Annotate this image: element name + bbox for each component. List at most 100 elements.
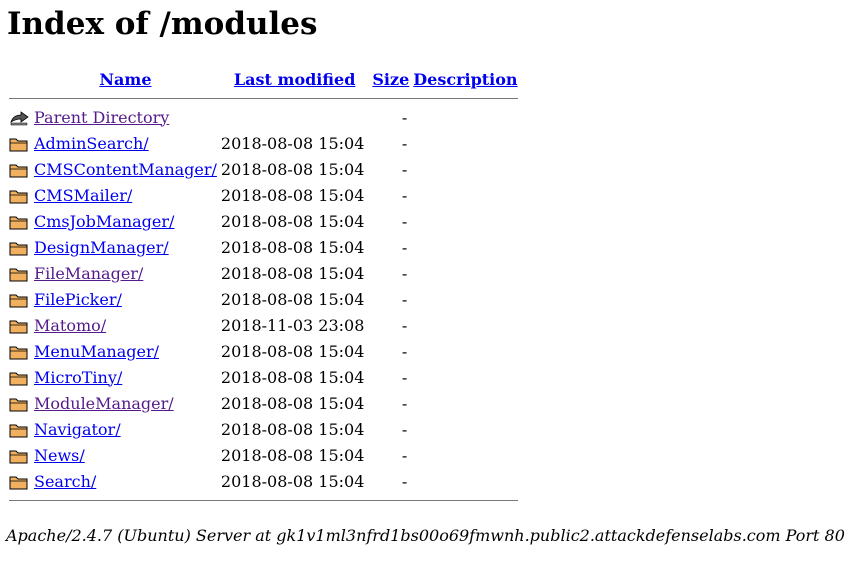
row-name-cell: CmsJobManager/ [32,208,219,234]
row-modified-cell: 2018-08-08 15:04 [220,393,365,413]
parent-directory-row: Parent Directory - [7,104,520,130]
row-name-cell: CMSContentManager/ [32,156,219,182]
row-icon-cell [7,182,32,208]
description-column-header: Description [411,66,519,92]
table-row: MenuManager/2018-08-08 15:04 - [7,338,520,364]
directory-link[interactable]: CMSMailer/ [34,186,132,205]
header-divider [9,97,518,99]
row-name-cell: MenuManager/ [32,338,219,364]
row-name-cell: FilePicker/ [32,286,219,312]
row-description-cell [411,156,519,182]
sort-by-last-modified-link[interactable]: Last modified [234,70,355,89]
row-size-cell: - [401,445,408,465]
directory-link[interactable]: MenuManager/ [34,342,159,361]
row-icon-cell [7,364,32,390]
parent-modified-cell [219,104,370,130]
row-description-cell [411,416,519,442]
folder-icon [9,294,28,308]
row-description-cell [411,286,519,312]
row-icon-cell [7,234,32,260]
table-row: ModuleManager/2018-08-08 15:04 - [7,390,520,416]
row-name-cell: Navigator/ [32,416,219,442]
row-description-cell [411,182,519,208]
directory-link[interactable]: MicroTiny/ [34,368,122,387]
row-size-cell: - [401,263,408,283]
row-description-cell [411,260,519,286]
row-description-cell [411,364,519,390]
row-modified-cell: 2018-08-08 15:04 [220,289,365,309]
folder-icon [9,424,28,438]
row-modified-cell: 2018-08-08 15:04 [220,341,365,361]
row-modified-cell: 2018-08-08 15:04 [220,237,365,257]
row-name-cell: AdminSearch/ [32,130,219,156]
row-modified-cell: 2018-08-08 15:04 [220,185,365,205]
row-modified-cell: 2018-08-08 15:04 [220,367,365,387]
row-icon-cell [7,468,32,494]
parent-directory-link[interactable]: Parent Directory [34,108,169,127]
row-name-cell: Matomo/ [32,312,219,338]
folder-icon [9,320,28,334]
folder-icon [9,190,28,204]
directory-link[interactable]: Navigator/ [34,420,121,439]
folder-icon [9,372,28,386]
footer-divider [9,499,518,501]
folder-icon [9,138,28,152]
row-icon-cell [7,130,32,156]
row-description-cell [411,208,519,234]
row-description-cell [411,338,519,364]
row-size-cell: - [401,393,408,413]
directory-link[interactable]: News/ [34,446,85,465]
row-modified-cell: 2018-08-08 15:04 [220,133,365,153]
row-icon-cell [7,156,32,182]
directory-link[interactable]: FileManager/ [34,264,143,283]
parent-icon-cell [7,104,32,130]
sort-by-name-link[interactable]: Name [99,70,151,89]
row-size-cell: - [401,185,408,205]
table-row: News/2018-08-08 15:04 - [7,442,520,468]
folder-icon [9,242,28,256]
row-size-cell: - [401,211,408,231]
row-name-cell: CMSMailer/ [32,182,219,208]
row-size-cell: - [401,289,408,309]
directory-link[interactable]: Matomo/ [34,316,106,335]
row-modified-cell: 2018-08-08 15:04 [220,419,365,439]
directory-link[interactable]: AdminSearch/ [34,134,149,153]
folder-icon [9,216,28,230]
directory-link[interactable]: DesignManager/ [34,238,169,257]
row-name-cell: Search/ [32,468,219,494]
page-title: Index of /modules [7,6,318,42]
row-description-cell [411,234,519,260]
size-column-header: Size [370,66,411,92]
footer-divider-row [7,494,520,506]
row-modified-cell: 2018-08-08 15:04 [220,471,365,491]
row-icon-cell [7,442,32,468]
folder-icon [9,268,28,282]
row-size-cell: - [401,419,408,439]
folder-icon [9,450,28,464]
directory-link[interactable]: CMSContentManager/ [34,160,217,179]
row-description-cell [411,130,519,156]
row-size-cell: - [401,341,408,361]
row-size-cell: - [401,471,408,491]
directory-link[interactable]: FilePicker/ [34,290,122,309]
server-signature: Apache/2.4.7 (Ubuntu) Server at gk1v1ml3… [6,526,845,545]
directory-link[interactable]: ModuleManager/ [34,394,174,413]
row-size-cell: - [401,315,408,335]
row-description-cell [411,442,519,468]
directory-listing-table: Name Last modified Size Description Pare… [7,66,520,506]
row-modified-cell: 2018-08-08 15:04 [220,445,365,465]
row-description-cell [411,468,519,494]
row-name-cell: FileManager/ [32,260,219,286]
row-modified-cell: 2018-08-08 15:04 [220,263,365,283]
directory-link[interactable]: Search/ [34,472,96,491]
directory-link[interactable]: CmsJobManager/ [34,212,174,231]
sort-by-description-link[interactable]: Description [413,70,517,89]
row-size-cell: - [401,237,408,257]
sort-by-size-link[interactable]: Size [372,70,409,89]
parent-description-cell [411,104,519,130]
row-name-cell: MicroTiny/ [32,364,219,390]
row-icon-cell [7,416,32,442]
parent-name-cell: Parent Directory [32,104,219,130]
row-name-cell: ModuleManager/ [32,390,219,416]
parent-size-cell: - [401,107,408,127]
